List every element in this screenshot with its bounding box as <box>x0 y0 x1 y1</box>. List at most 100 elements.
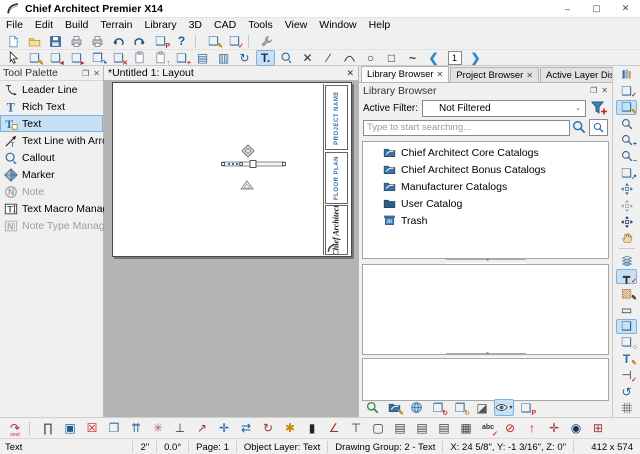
palette-close-icon[interactable]: ✕ <box>93 69 100 78</box>
palette-item-leader-line[interactable]: Leader Line <box>0 81 103 98</box>
toggle-preview-button[interactable]: ▾ <box>494 399 514 416</box>
align-objects-button[interactable]: ⇄ <box>236 419 256 437</box>
rotate-object-button[interactable]: ↻ <box>258 419 278 437</box>
layout-page-info-button[interactable]: ▤ <box>193 50 212 66</box>
dimension-options-button[interactable]: ⊣✓ <box>616 368 637 383</box>
open-symbol-button[interactable]: ▮ <box>302 419 322 437</box>
maximize-button[interactable]: ▢ <box>582 0 611 17</box>
matchlines-button[interactable]: ✱ <box>280 419 300 437</box>
palette-item-note-type-management[interactable]: Note Type Management <box>0 217 103 234</box>
cross-box-tool-button[interactable]: ✕ <box>298 50 317 66</box>
drawing-canvas[interactable]: PROJECT NAME FLOOR PLAN Chief Architect <box>104 80 358 417</box>
text-box-button[interactable]: ▢ <box>368 419 388 437</box>
purge-unused-button[interactable]: ◪ <box>472 399 492 416</box>
justify-button[interactable]: ▦ <box>456 419 476 437</box>
fill-window-button[interactable] <box>616 182 637 197</box>
tape-measure-button[interactable]: ▭ <box>616 302 637 317</box>
search-library-button[interactable] <box>362 399 382 416</box>
arc-tool-button[interactable] <box>340 50 359 66</box>
undo-button[interactable] <box>109 33 128 49</box>
copy-object-button[interactable]: ❐ <box>104 419 124 437</box>
edit-layout-page-button[interactable]: ❑✎ <box>25 50 44 66</box>
menu-library[interactable]: Library <box>138 19 182 31</box>
library-float-icon[interactable]: ❐ <box>590 86 597 95</box>
menu-cad[interactable]: CAD <box>208 19 242 31</box>
open-object-button[interactable]: ∏ <box>38 419 58 437</box>
catalog-online-button[interactable] <box>406 399 426 416</box>
rotate-view-button[interactable]: ↻ <box>235 50 254 66</box>
zoom-in-button[interactable]: + <box>616 133 637 148</box>
fill-window-no-labels-button[interactable] <box>616 198 637 213</box>
menu-3d[interactable]: 3D <box>183 19 208 31</box>
zoom-to-drawing-button[interactable] <box>616 215 637 230</box>
delete-object-button[interactable]: ☒ <box>82 419 102 437</box>
zoom-out-button[interactable]: − <box>616 149 637 164</box>
align-right-button[interactable]: ▤ <box>434 419 454 437</box>
display-options-button[interactable] <box>616 253 637 268</box>
drafting-tools-button[interactable]: ┳✓ <box>616 269 637 284</box>
align-left-button[interactable]: ▤ <box>390 419 410 437</box>
select-next-button[interactable]: ↷next <box>5 419 25 437</box>
spell-check-button[interactable]: abc✓ <box>478 419 498 437</box>
arc-options-button[interactable]: ↺ <box>616 384 637 399</box>
minimize-button[interactable]: – <box>553 0 582 17</box>
tab-project-browser[interactable]: Project Browser✕ <box>450 67 539 82</box>
library-search-input[interactable] <box>363 120 570 136</box>
library-browser-panel-button[interactable] <box>616 67 637 82</box>
document-tab[interactable]: *Untitled 1: Layout <box>108 67 194 79</box>
menu-help[interactable]: Help <box>363 19 397 31</box>
next-page-button[interactable]: ❯ <box>466 50 485 66</box>
palette-float-icon[interactable]: ❐ <box>82 69 89 78</box>
zoom-button[interactable] <box>616 116 637 131</box>
tab-library-browser[interactable]: Library Browser✕ <box>361 66 449 82</box>
layout-page[interactable]: PROJECT NAME FLOOR PLAN Chief Architect <box>112 82 352 257</box>
line-tool-button[interactable]: ∕ <box>319 50 338 66</box>
help-button[interactable]: ? <box>172 33 191 49</box>
library-close-icon[interactable]: ✕ <box>601 86 608 95</box>
close-view-button[interactable]: ❑✕ <box>109 50 128 66</box>
library-preferences-button[interactable]: ❑P <box>516 399 536 416</box>
layout-box-table-button[interactable]: ⊞ <box>588 419 608 437</box>
save-button[interactable] <box>46 33 65 49</box>
swap-views-button[interactable]: ❐↷ <box>88 50 107 66</box>
previous-view-button[interactable]: ❑◄ <box>46 50 65 66</box>
toggle-preview-dropdown-icon[interactable]: ▾ <box>509 404 512 411</box>
marker-arrow-button[interactable]: ↑ <box>522 419 542 437</box>
menu-edit[interactable]: Edit <box>29 19 59 31</box>
page-preview-button[interactable]: ❏○ <box>616 335 637 350</box>
undo-zoom-button[interactable]: ❏↗ <box>616 165 637 180</box>
select-objects-button[interactable] <box>4 50 23 66</box>
open-file-button[interactable] <box>25 33 44 49</box>
library-item-bonus-catalogs[interactable]: Chief Architect Bonus Catalogs <box>363 161 608 178</box>
default-settings-button[interactable]: ❑✎ <box>204 33 223 49</box>
active-filter-select[interactable]: Not Filtered ⌄ <box>422 100 586 117</box>
filter-funnel-icon[interactable] <box>590 100 608 116</box>
connect-objects-button[interactable]: ▣ <box>60 419 80 437</box>
transform-replicate-button[interactable]: ✳ <box>148 419 168 437</box>
active-window-button[interactable]: ❑ <box>616 319 637 334</box>
move-point-button[interactable]: ✛ <box>544 419 564 437</box>
library-item-manufacturer-catalogs[interactable]: Manufacturer Catalogs <box>363 178 608 195</box>
edit-preferences-button[interactable]: ❑✓ <box>225 33 244 49</box>
menu-terrain[interactable]: Terrain <box>94 19 138 31</box>
palette-item-text-macro-management[interactable]: Text Macro Management <box>0 200 103 217</box>
previous-page-button[interactable]: ❮ <box>424 50 443 66</box>
close-button[interactable]: ✕ <box>611 0 640 17</box>
palette-item-marker[interactable]: Marker <box>0 166 103 183</box>
advanced-search-icon[interactable] <box>589 119 608 136</box>
paste-button[interactable]: ↑ <box>151 50 170 66</box>
circle-tool-button[interactable]: ○ <box>361 50 380 66</box>
preferences-p-button[interactable]: ❑P <box>151 33 170 49</box>
send-to-layout-button[interactable]: ❑+ <box>172 50 191 66</box>
redo-button[interactable] <box>130 33 149 49</box>
tab-library-browser-close-icon[interactable]: ✕ <box>437 70 444 79</box>
next-view-button[interactable]: ❑► <box>67 50 86 66</box>
palette-item-text[interactable]: Text <box>0 115 103 132</box>
menu-file[interactable]: File <box>0 19 29 31</box>
menu-window[interactable]: Window <box>313 19 362 31</box>
project-browser-panel-button[interactable]: ❑✓ <box>616 83 637 98</box>
palette-item-callout[interactable]: Callout <box>0 149 103 166</box>
grid-snaps-button[interactable] <box>616 401 637 416</box>
rect-tool-button[interactable]: □ <box>382 50 401 66</box>
align-center-button[interactable]: ▤ <box>412 419 432 437</box>
